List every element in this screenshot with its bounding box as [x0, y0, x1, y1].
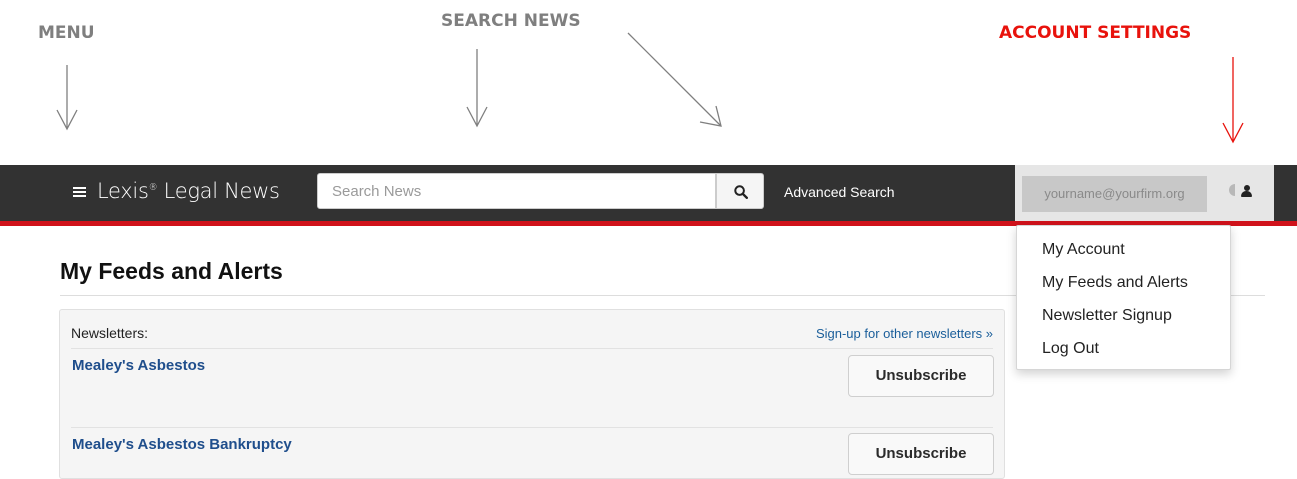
account-email-button[interactable]: yourname@yourfirm.org: [1022, 176, 1207, 212]
newsletter-title[interactable]: Mealey's Asbestos: [72, 357, 205, 374]
brand-logo[interactable]: Lexis® Legal News: [97, 179, 280, 203]
newsletters-panel: Newsletters: Sign-up for other newslette…: [59, 309, 1005, 479]
newsletter-divider: [71, 348, 993, 349]
menu-item-log-out[interactable]: Log Out: [1042, 340, 1099, 358]
newsletters-label: Newsletters:: [71, 325, 149, 341]
account-caret-shape: [1229, 184, 1235, 196]
account-dropdown-menu: My Account My Feeds and Alerts Newslette…: [1016, 225, 1231, 370]
menu-item-newsletter-signup[interactable]: Newsletter Signup: [1042, 307, 1172, 325]
menu-item-my-account[interactable]: My Account: [1042, 241, 1125, 259]
brand-name: Lexis: [97, 179, 149, 203]
search-arrow-2: [627, 32, 722, 127]
account-area: yourname@yourfirm.org: [1015, 165, 1274, 221]
brand-suffix: Legal News: [157, 179, 280, 203]
top-navbar: Lexis® Legal News Advanced Search yourna…: [0, 165, 1297, 226]
search-button[interactable]: [716, 173, 764, 209]
brand-registered-mark: ®: [148, 183, 158, 193]
unsubscribe-button[interactable]: Unsubscribe: [848, 355, 994, 397]
newsletter-signup-link[interactable]: Sign-up for other newsletters »: [816, 326, 993, 341]
page-title: My Feeds and Alerts: [60, 258, 283, 284]
newsletter-divider: [71, 427, 993, 428]
hamburger-icon[interactable]: [73, 187, 86, 197]
search-input[interactable]: [317, 173, 716, 209]
annotation-arrows: [56, 32, 1244, 144]
user-icon[interactable]: [1241, 185, 1252, 197]
unsubscribe-button[interactable]: Unsubscribe: [848, 433, 994, 475]
search-icon: [734, 185, 748, 199]
advanced-search-link[interactable]: Advanced Search: [784, 184, 895, 200]
newsletter-title[interactable]: Mealey's Asbestos Bankruptcy: [72, 436, 292, 453]
menu-item-my-feeds-and-alerts[interactable]: My Feeds and Alerts: [1042, 274, 1188, 292]
